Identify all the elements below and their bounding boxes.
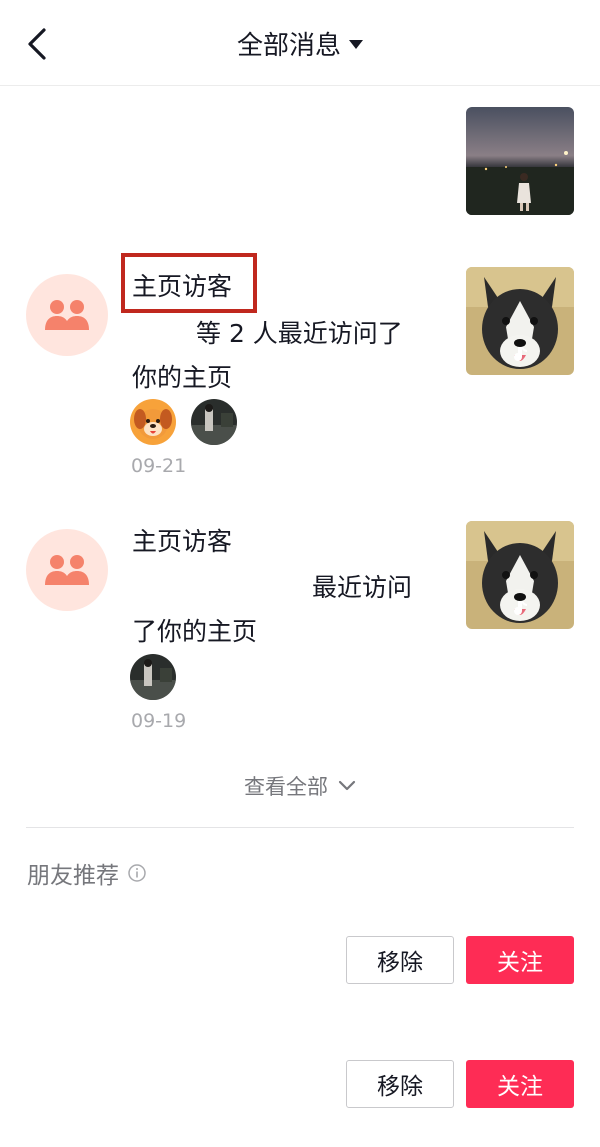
remove-button[interactable]: 移除 — [346, 936, 454, 984]
follow-button[interactable]: 关注 — [466, 936, 574, 984]
notification-text: 等 2 人最近访问了 你的主页 — [132, 312, 452, 400]
highlight-annotation — [121, 253, 257, 313]
visitor-avatar-dog[interactable] — [130, 399, 176, 445]
video-thumbnail-night-scene[interactable] — [466, 107, 574, 215]
visitors-avatar[interactable] — [26, 529, 108, 611]
notification-text-line2: 了你的主页 — [132, 617, 258, 646]
page-title: 全部消息 — [236, 30, 341, 61]
video-thumbnail-dog[interactable] — [466, 521, 574, 629]
section-divider — [26, 827, 574, 828]
video-thumbnail-dog[interactable] — [466, 267, 574, 375]
message-filter-dropdown[interactable]: 全部消息 — [0, 0, 600, 86]
visitor-avatar-night-road[interactable] — [191, 399, 237, 445]
chevron-down-icon — [338, 780, 356, 791]
notification-text-line2: 你的主页 — [132, 363, 233, 392]
triangle-down-icon — [349, 39, 363, 49]
notification-text-line1: 最近访问 — [312, 573, 413, 602]
users-icon — [45, 300, 89, 330]
view-all-button[interactable]: 查看全部 — [0, 768, 600, 804]
notification-date: 09-19 — [131, 710, 187, 732]
visitors-avatar[interactable] — [26, 274, 108, 356]
section-title: 朋友推荐 — [27, 863, 119, 889]
visitor-avatar-night-road[interactable] — [130, 654, 176, 700]
friends-recommendation-header: 朋友推荐 — [27, 856, 147, 890]
follow-button[interactable]: 关注 — [466, 1060, 574, 1108]
notification-text-line1: 等 2 人最近访问了 — [196, 319, 403, 348]
notification-text: 最近访问 了你的主页 — [132, 566, 452, 654]
top-bar: 全部消息 — [0, 0, 600, 86]
users-icon — [45, 555, 89, 585]
remove-button[interactable]: 移除 — [346, 1060, 454, 1108]
view-all-label: 查看全部 — [244, 775, 328, 799]
notification-date: 09-21 — [131, 455, 187, 477]
notification-title: 主页访客 — [132, 527, 233, 556]
info-icon[interactable] — [127, 863, 147, 883]
